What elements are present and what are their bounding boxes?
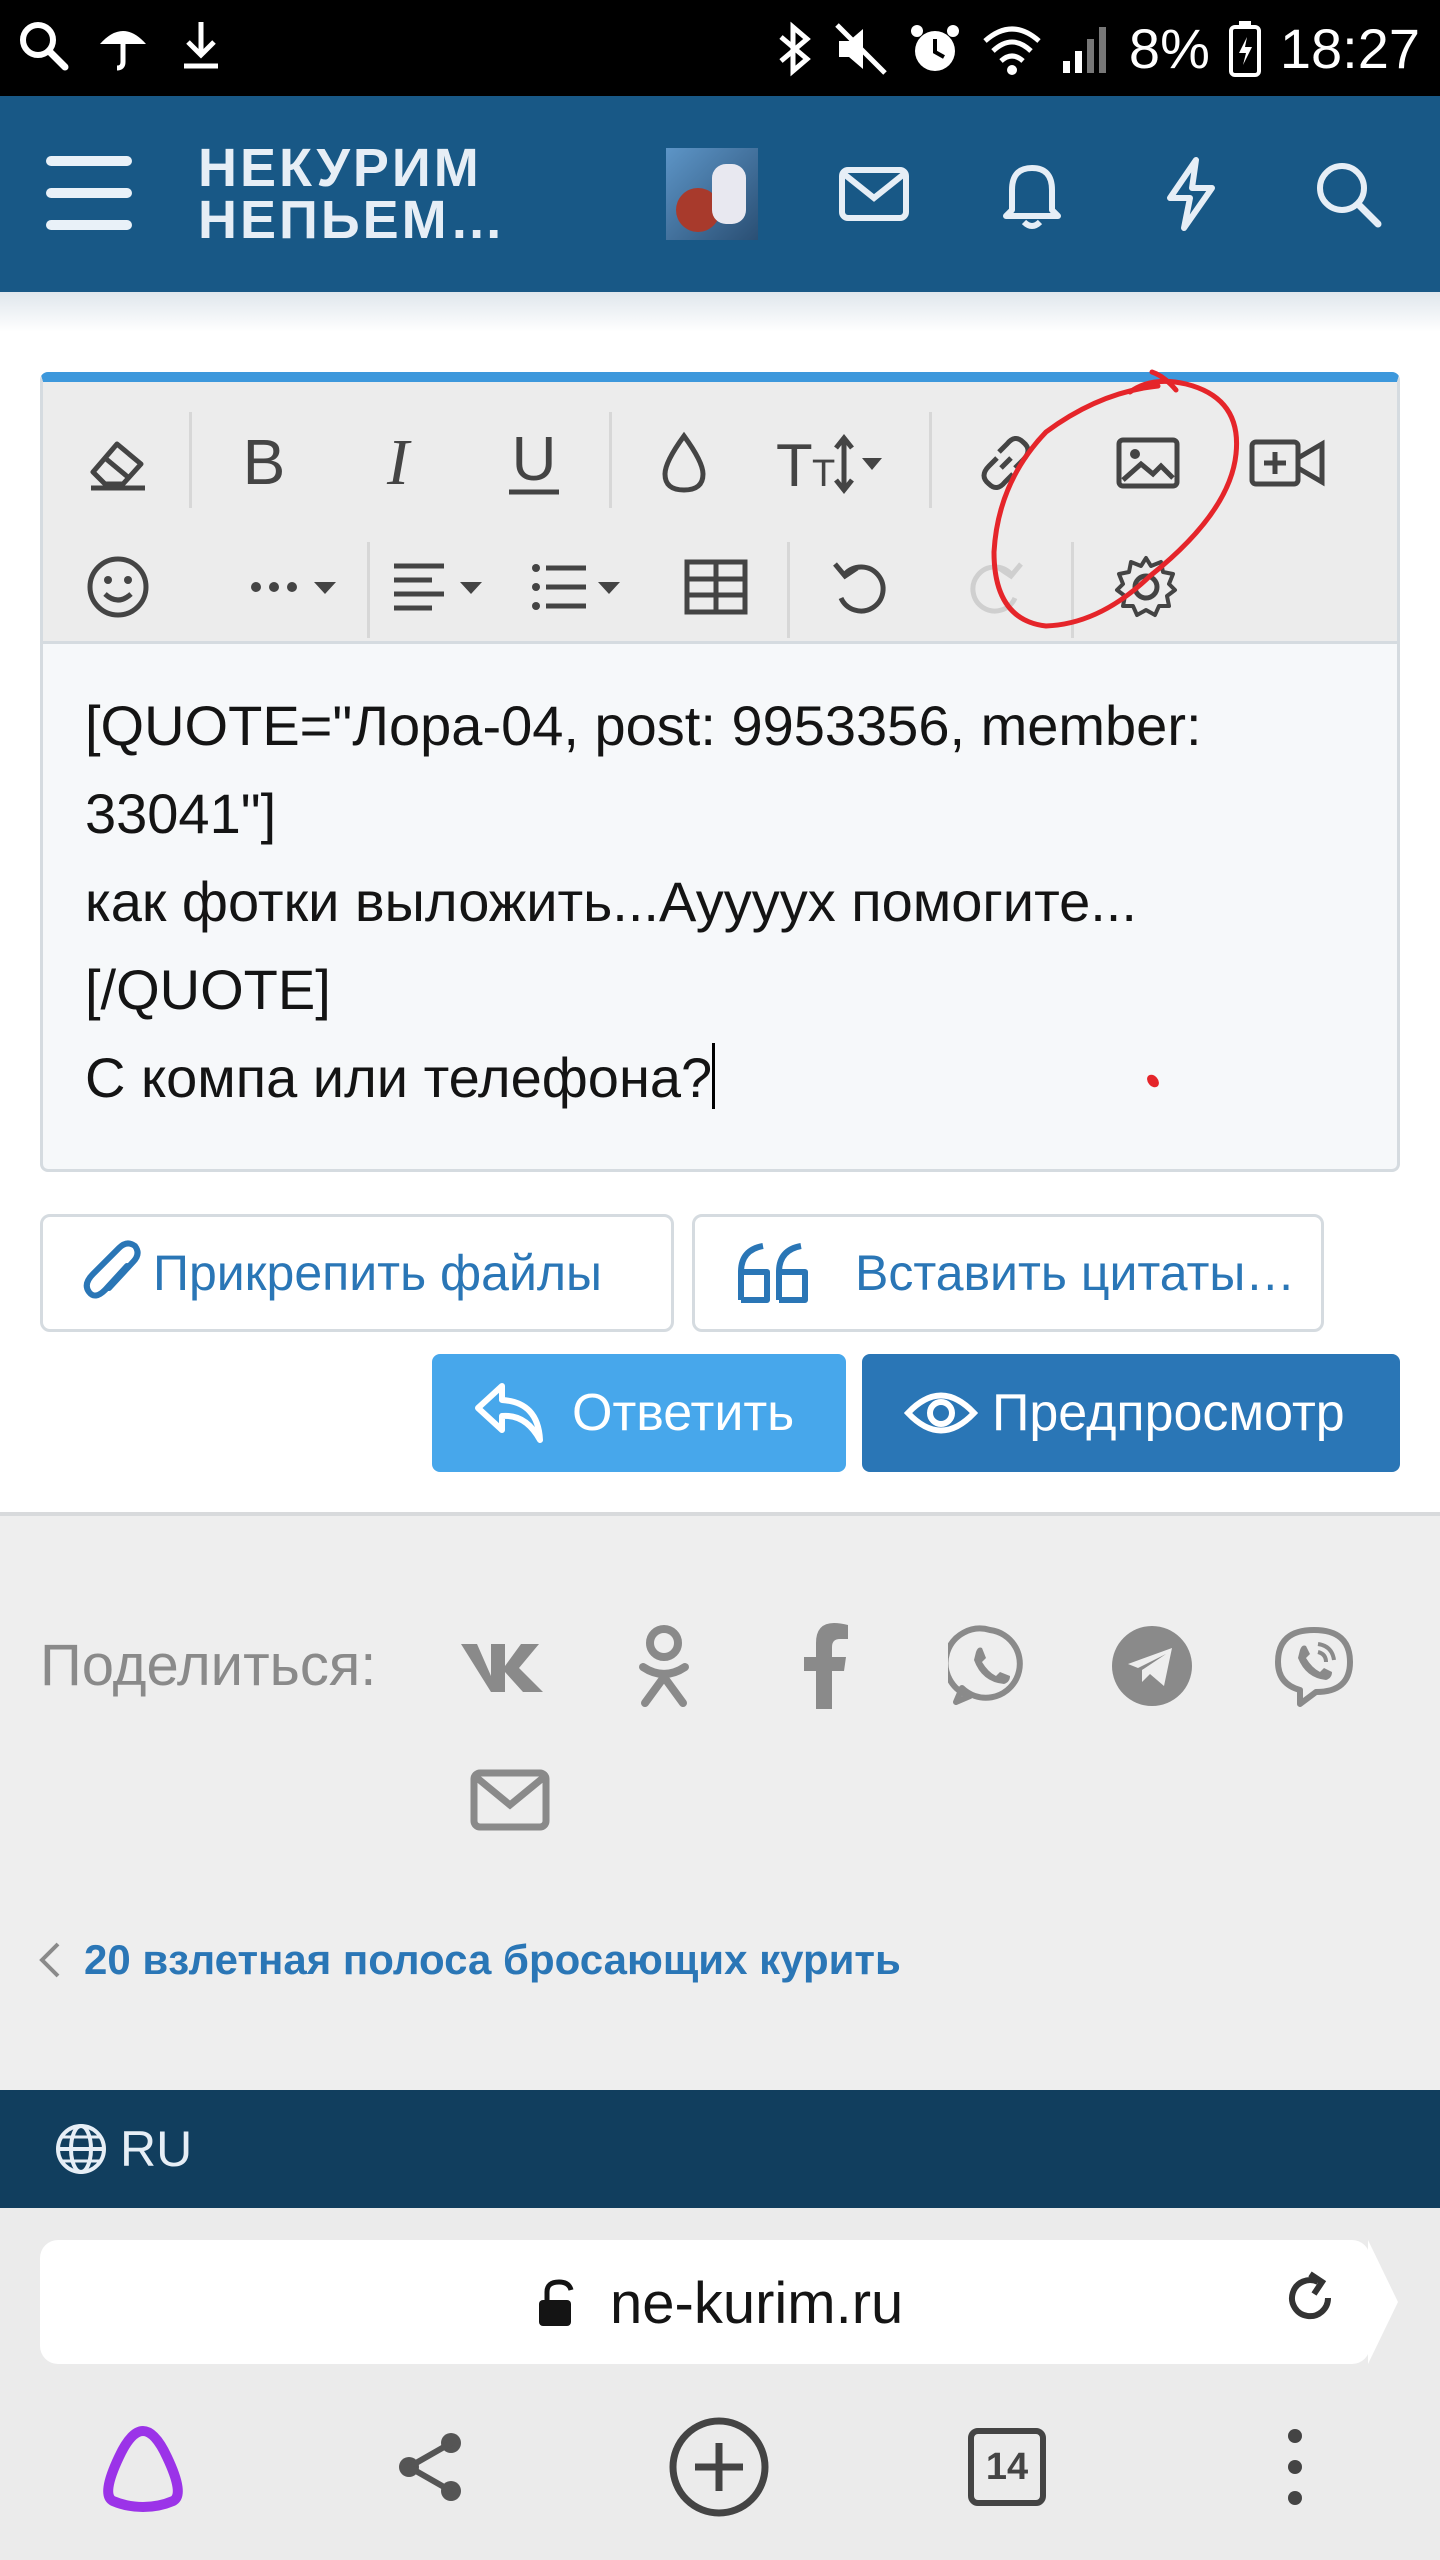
insert-quotes-button[interactable]: Вставить цитаты… bbox=[692, 1214, 1324, 1332]
color-drop-icon[interactable] bbox=[639, 418, 729, 508]
svg-text:T: T bbox=[776, 432, 813, 498]
signal-icon bbox=[1061, 21, 1111, 77]
share-icon[interactable] bbox=[376, 2412, 486, 2522]
search-icon bbox=[16, 18, 70, 72]
status-bar: 8% 18:27 bbox=[0, 0, 1440, 96]
eye-icon bbox=[904, 1378, 978, 1448]
facebook-icon[interactable] bbox=[776, 1616, 876, 1716]
paperclip-icon bbox=[83, 1238, 143, 1308]
table-icon[interactable] bbox=[671, 542, 761, 632]
editor-textarea[interactable]: [QUOTE="Лора-04, post: 9953356, member: 3… bbox=[85, 682, 1365, 1122]
reply-icon bbox=[472, 1378, 546, 1448]
vk-icon[interactable] bbox=[452, 1616, 552, 1716]
new-tab-icon[interactable] bbox=[664, 2412, 774, 2522]
language-switcher[interactable]: RU bbox=[54, 2120, 192, 2178]
text-size-icon[interactable]: TT bbox=[767, 418, 897, 508]
umbrella-icon bbox=[96, 18, 150, 72]
lock-icon bbox=[535, 2278, 579, 2328]
site-footer: RU bbox=[0, 2090, 1440, 2208]
menu-icon[interactable] bbox=[46, 156, 132, 232]
overflow-menu-icon[interactable] bbox=[1240, 2412, 1350, 2522]
quote-icon bbox=[735, 1238, 815, 1308]
more-icon[interactable] bbox=[237, 542, 357, 632]
editor-line: [/QUOTE] bbox=[85, 958, 331, 1021]
battery-percent: 8% bbox=[1128, 17, 1210, 80]
editor-line: С компа или телефона? bbox=[85, 1046, 713, 1109]
search-icon[interactable] bbox=[1306, 152, 1390, 236]
site-logo[interactable]: НЕКУРИМ НЕПЬЕМ… bbox=[198, 141, 507, 247]
list-icon[interactable] bbox=[521, 542, 641, 632]
odnoklassniki-icon[interactable] bbox=[614, 1616, 714, 1716]
breadcrumb-back-link[interactable]: 20 взлетная полоса бросающих курить bbox=[38, 1936, 901, 1984]
clock: 18:27 bbox=[1279, 17, 1420, 80]
tabs-count: 14 bbox=[968, 2428, 1046, 2506]
editor-line: [QUOTE="Лора-04, post: 9953356, member: bbox=[85, 694, 1202, 757]
italic-icon[interactable]: I bbox=[353, 418, 443, 508]
download-icon bbox=[176, 18, 226, 72]
text-caret bbox=[712, 1043, 716, 1109]
mute-icon bbox=[833, 21, 889, 77]
telegram-icon[interactable] bbox=[1102, 1616, 1202, 1716]
avatar[interactable] bbox=[666, 148, 758, 240]
email-icon[interactable] bbox=[460, 1750, 560, 1850]
share-label: Поделиться: bbox=[40, 1633, 377, 1698]
bolt-icon[interactable] bbox=[1148, 152, 1232, 236]
reload-icon[interactable] bbox=[1278, 2268, 1342, 2332]
reply-button[interactable]: Ответить bbox=[432, 1354, 846, 1472]
bluetooth-icon bbox=[775, 21, 815, 77]
globe-icon bbox=[54, 2122, 108, 2176]
smile-icon[interactable] bbox=[73, 542, 163, 632]
viber-icon[interactable] bbox=[1264, 1616, 1364, 1716]
svg-text:U: U bbox=[512, 428, 557, 494]
attach-files-button[interactable]: Прикрепить файлы bbox=[40, 1214, 674, 1332]
undo-icon[interactable] bbox=[815, 542, 905, 632]
chevron-left-icon bbox=[38, 1940, 62, 1980]
header-shadow bbox=[0, 292, 1440, 332]
underline-icon[interactable]: U bbox=[489, 418, 579, 508]
share-section: Поделиться: 20 взлетная полоса бросающих… bbox=[0, 1516, 1440, 2090]
align-icon[interactable] bbox=[383, 542, 503, 632]
bold-icon[interactable]: B bbox=[219, 418, 309, 508]
tabs-counter[interactable]: 14 bbox=[952, 2412, 1062, 2522]
svg-text:B: B bbox=[243, 428, 286, 498]
eraser-icon[interactable] bbox=[73, 418, 163, 508]
editor-line: 33041"] bbox=[85, 782, 277, 845]
svg-text:T: T bbox=[812, 453, 835, 495]
whatsapp-icon[interactable] bbox=[940, 1616, 1040, 1716]
preview-button[interactable]: Предпросмотр bbox=[862, 1354, 1400, 1472]
url-text: ne-kurim.ru bbox=[610, 2271, 904, 2336]
red-circle-annotation bbox=[980, 362, 1300, 642]
svg-text:I: I bbox=[386, 428, 412, 498]
editor-line: как фотки выложить...Ауууух помогите... bbox=[85, 870, 1137, 933]
battery-icon bbox=[1228, 19, 1262, 79]
site-header: НЕКУРИМ НЕПЬЕМ… bbox=[0, 96, 1440, 292]
alarm-icon bbox=[907, 21, 963, 77]
address-bar[interactable]: ne-kurim.ru bbox=[40, 2240, 1370, 2364]
alice-assistant-icon[interactable] bbox=[88, 2412, 198, 2522]
wifi-icon bbox=[981, 21, 1043, 77]
mail-icon[interactable] bbox=[832, 152, 916, 236]
bell-icon[interactable] bbox=[990, 152, 1074, 236]
